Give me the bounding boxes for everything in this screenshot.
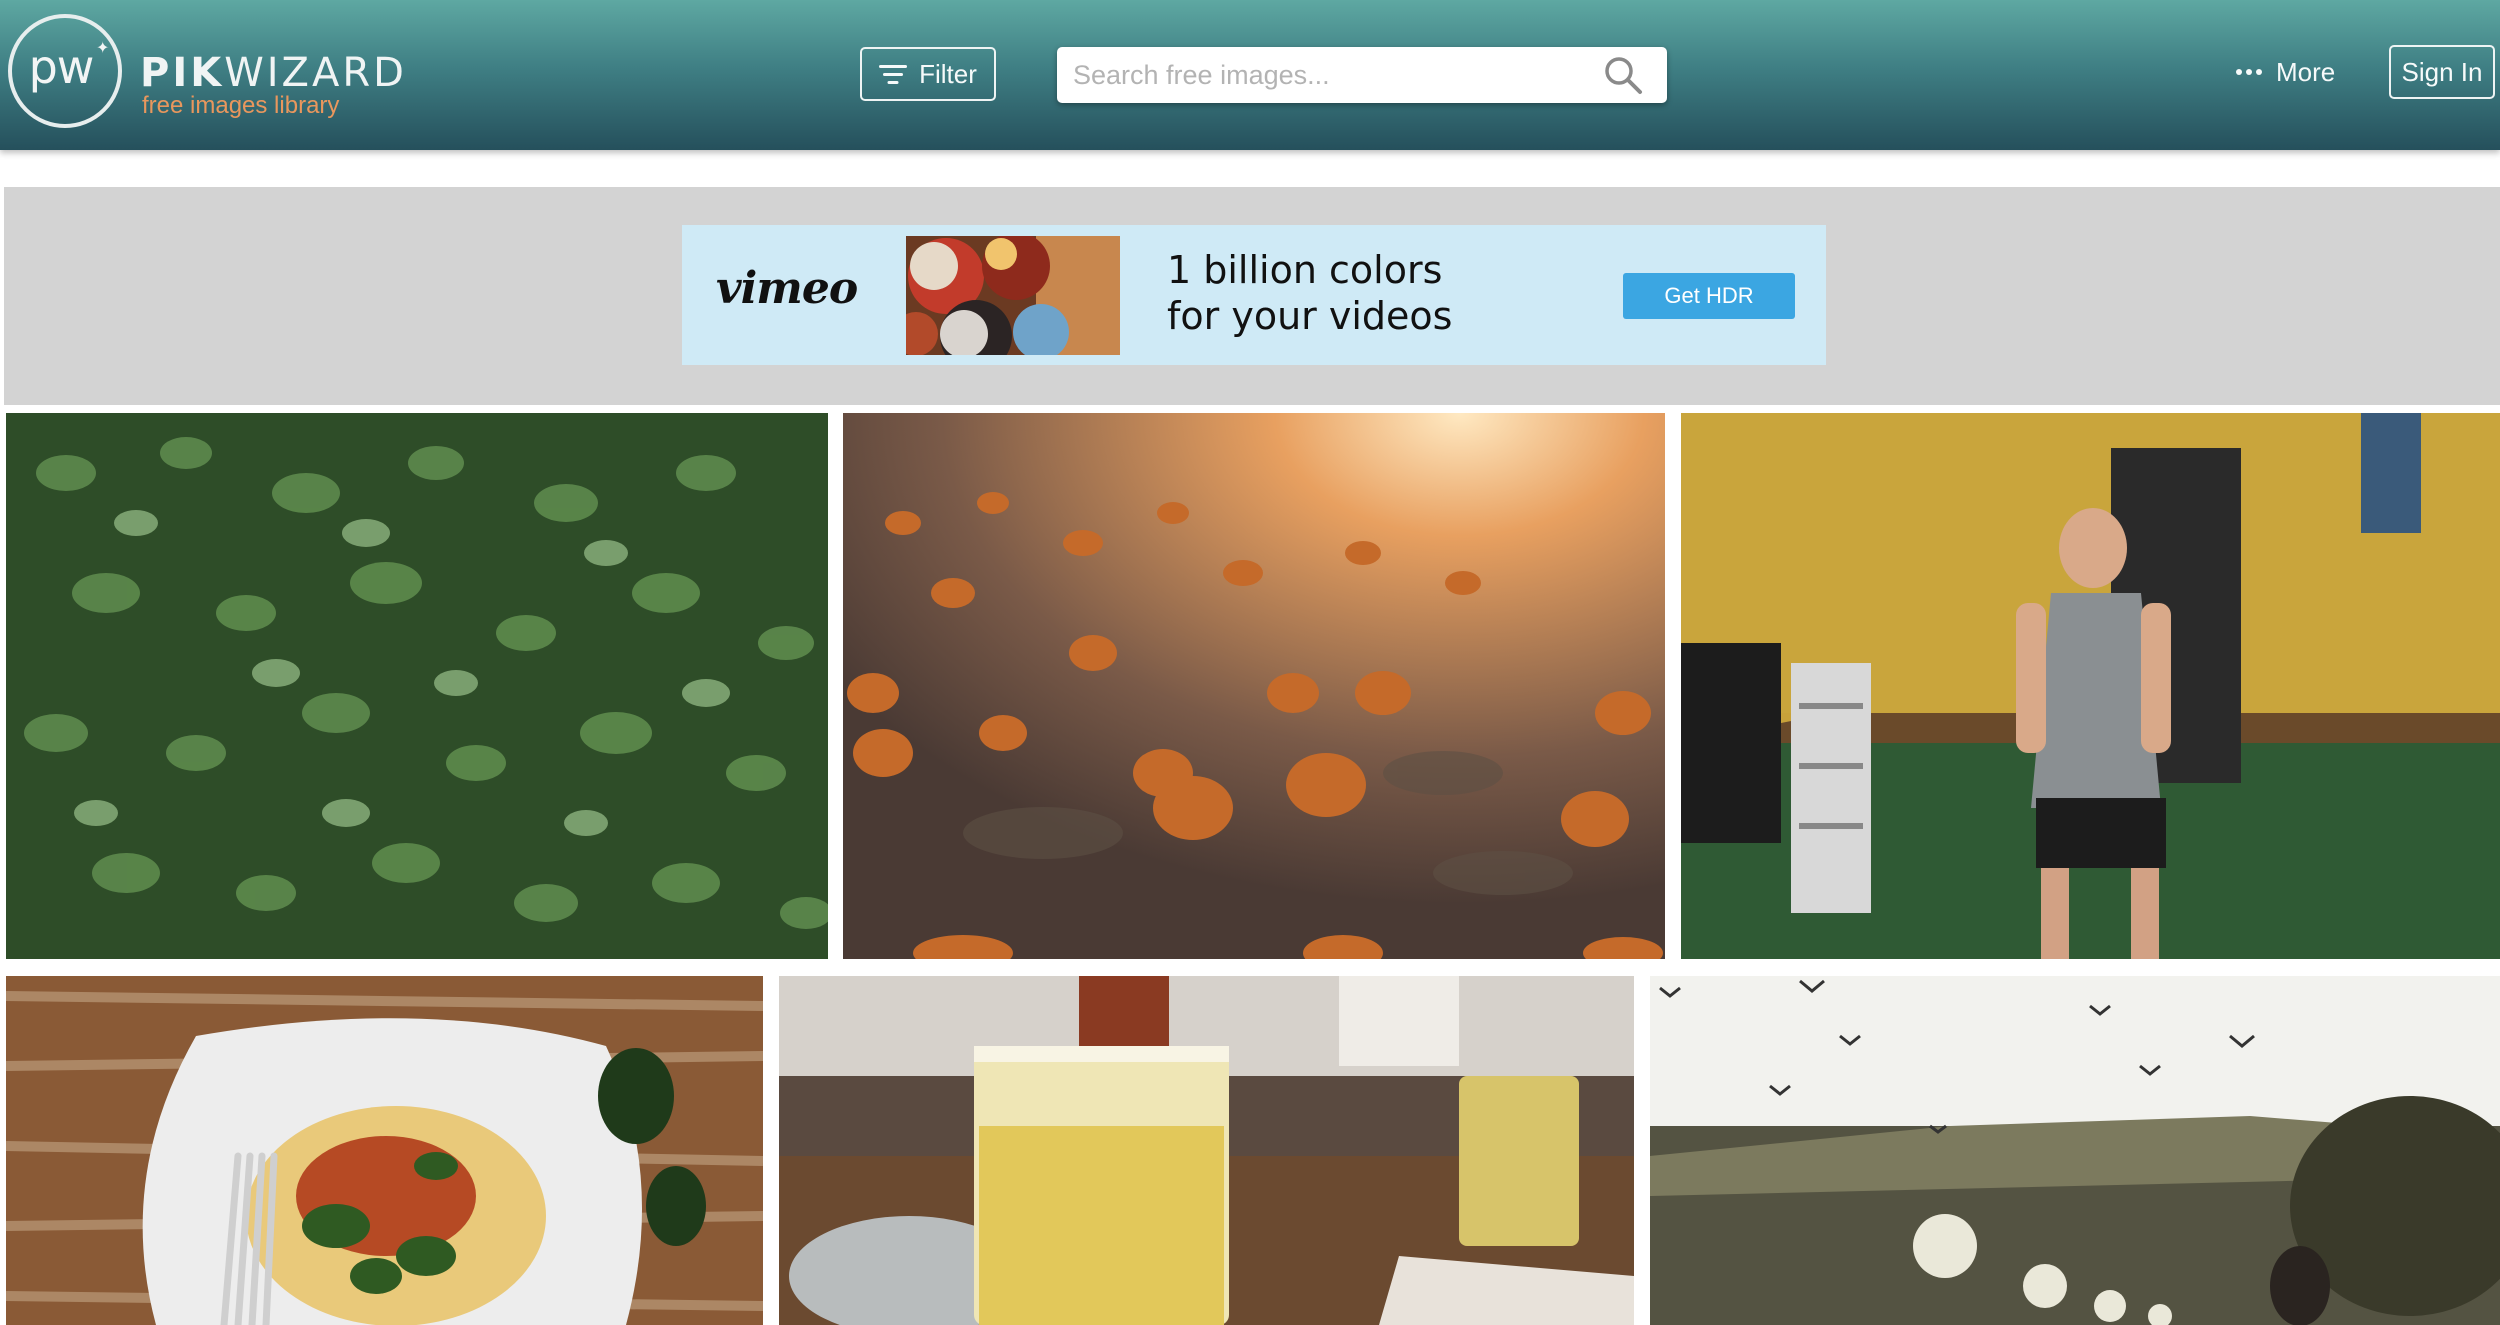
- search-box: [1057, 47, 1667, 103]
- ad-headline-line2: for your videos: [1167, 294, 1453, 338]
- sign-in-button[interactable]: Sign In: [2389, 45, 2495, 99]
- filter-label: Filter: [919, 58, 977, 89]
- photo-shrub-leaves[interactable]: [6, 413, 828, 959]
- ad-headline: 1 billion colors for your videos: [1167, 247, 1452, 339]
- filter-icon: [879, 63, 908, 85]
- logo-wordmark-bold: PIK: [140, 50, 225, 96]
- vimeo-logo: vimeo: [716, 263, 858, 314]
- photo-man-boxing[interactable]: [1681, 413, 2500, 959]
- more-menu-button[interactable]: More: [2236, 52, 2335, 92]
- more-label: More: [2276, 56, 2336, 87]
- logo-tagline: free images library: [142, 92, 340, 119]
- logo-wordmark: PIKWIZARD: [140, 50, 407, 96]
- logo-wordmark-light: WIZARD: [224, 50, 407, 96]
- get-hdr-button[interactable]: Get HDR: [1623, 273, 1795, 319]
- top-header: pw ✦ PIKWIZARD free images library Filte…: [0, 0, 2500, 150]
- ad-headline-line1: 1 billion colors: [1167, 248, 1443, 292]
- photo-birds-countryside[interactable]: [1650, 976, 2500, 1325]
- filter-button[interactable]: Filter: [860, 47, 996, 101]
- photo-beer-glass[interactable]: [779, 976, 1634, 1325]
- photo-pasta-plate[interactable]: [6, 976, 763, 1325]
- search-input[interactable]: [1057, 47, 1597, 103]
- sparkle-icon: ✦: [96, 40, 110, 57]
- search-icon[interactable]: [1603, 55, 1643, 95]
- vimeo-ad-banner[interactable]: vimeo 1 billion colors for your videos G…: [682, 225, 1826, 365]
- more-dots-icon: [2236, 69, 2262, 75]
- photo-pumpkin-field[interactable]: [843, 413, 1665, 959]
- ad-thumbnail: [906, 236, 1120, 355]
- pikwizard-logo[interactable]: pw ✦ PIKWIZARD free images library: [8, 14, 408, 130]
